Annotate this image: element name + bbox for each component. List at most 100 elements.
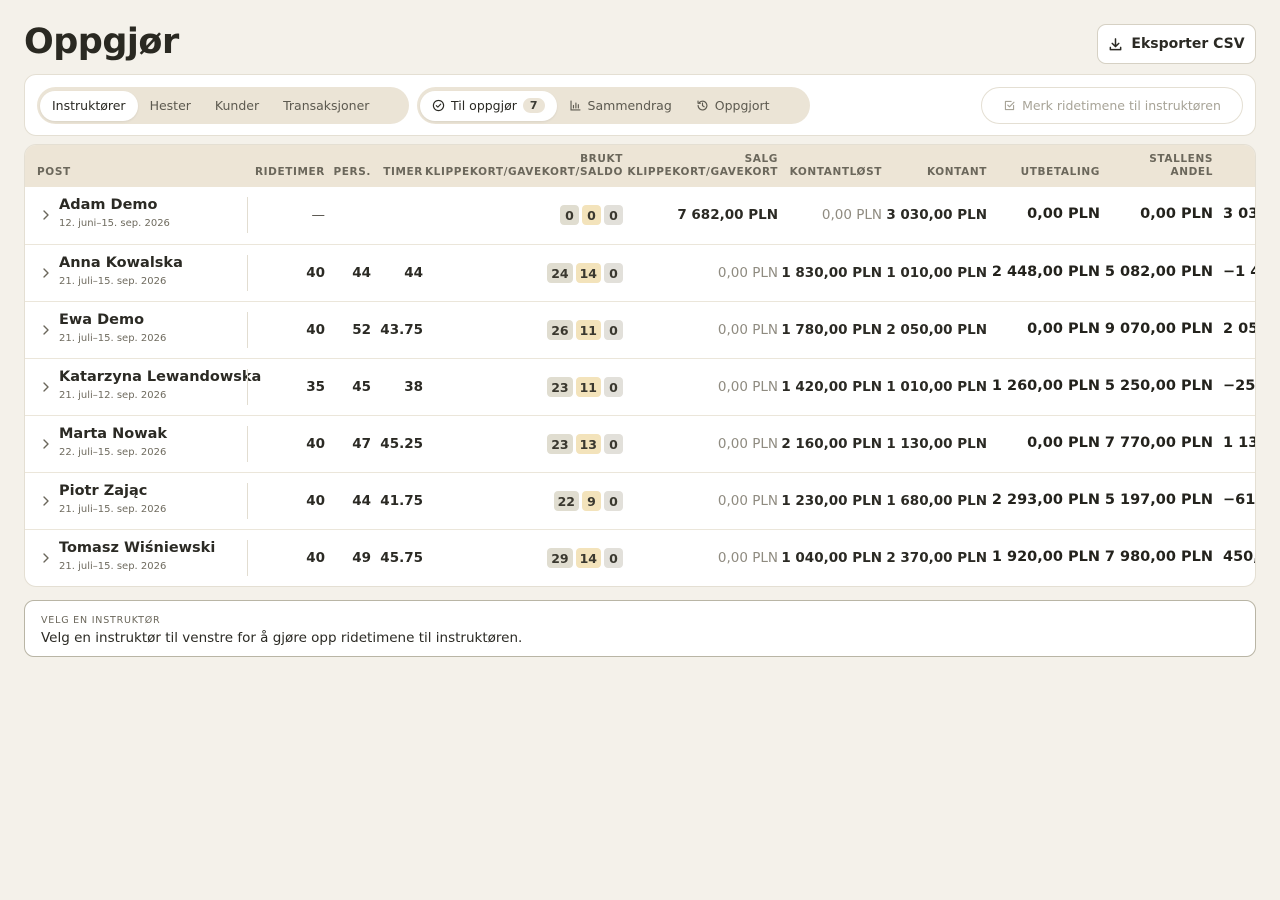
column-divider: [247, 483, 248, 519]
instructor-name: Marta Nowak: [59, 426, 168, 442]
chevron-right-icon[interactable]: [41, 552, 51, 564]
cell-kontantlost: 2 160,00 PLN: [781, 436, 882, 452]
download-icon: [1110, 37, 1122, 50]
klippekort-badge: 22: [553, 491, 579, 511]
mark-lessons-label: Merk ridetimene til instruktøren: [1022, 98, 1221, 113]
export-csv-button[interactable]: Eksporter CSV: [1097, 24, 1256, 64]
secondary-tabs: Til oppgjør 7 Sammendrag Oppgjort: [417, 87, 810, 124]
toolbar: Instruktører Hester Kunder Transaksjoner…: [24, 74, 1256, 136]
usage-badges: 24 14 0: [547, 263, 623, 283]
table-row[interactable]: Piotr Zając 21. juli–15. sep. 2026 40 44 41.…: [25, 472, 1255, 529]
table-row[interactable]: Marta Nowak 22. juli–15. sep. 2026 40 47 45.…: [25, 415, 1255, 472]
cell-kontantlost: 1 230,00 PLN: [781, 493, 882, 509]
mark-lessons-button[interactable]: Merk ridetimene til instruktøren: [981, 87, 1243, 124]
table-row[interactable]: Tomasz Wiśniewski 21. juli–15. sep. 2026 4…: [25, 529, 1255, 586]
col-pers: PERS.: [333, 166, 371, 178]
cell-rest: 1 130,00: [1223, 435, 1255, 451]
tab-label: Instruktører: [52, 98, 126, 113]
gavekort-badge: 13: [575, 434, 601, 454]
instructor-period: 21. juli–15. sep. 2026: [59, 504, 167, 515]
chevron-right-icon[interactable]: [41, 324, 51, 336]
tab-label: Hester: [149, 98, 191, 113]
column-divider: [247, 255, 248, 291]
col-brukt-line2: KLIPPEKORT/GAVEKORT/SALDO: [424, 166, 623, 178]
tab-transaksjoner[interactable]: Transaksjoner: [271, 91, 381, 121]
cell-ridetimer: 40: [306, 322, 325, 338]
cell-pers: 44: [352, 265, 371, 281]
col-kontant: KONTANT: [926, 166, 987, 178]
cell-utbetaling: 0,00 PLN: [1027, 435, 1100, 451]
instructor-period: 12. juni–15. sep. 2026: [59, 218, 170, 229]
cell-kontant: 2 370,00 PLN: [886, 550, 987, 566]
cell-ridetimer: 40: [306, 550, 325, 566]
cell-stallens-andel: 7 980,00 PLN: [1104, 549, 1213, 565]
col-stallens-line2: ANDEL: [1170, 166, 1213, 178]
cell-rest: 450,00: [1223, 549, 1255, 565]
cell-stallens-andel: 5 250,00 PLN: [1104, 378, 1213, 394]
gavekort-badge: 14: [575, 263, 601, 283]
cell-rest: 2 050,00: [1223, 321, 1255, 337]
col-salg-line2: KLIPPEKORT/GAVEKORT: [627, 166, 778, 178]
klippekort-badge: 0: [560, 205, 579, 225]
cell-kontantlost: 1 040,00 PLN: [781, 550, 882, 566]
cell-rest: −1 438,00: [1223, 264, 1255, 280]
table-header: POST RIDETIMER PERS. TIMER BRUKT KLIPPEK…: [25, 145, 1255, 187]
cell-timer: 43.75: [380, 322, 423, 338]
col-kontantlost: KONTANTLØST: [789, 166, 882, 178]
tab-label: Til oppgjør: [451, 98, 517, 113]
cell-timer: 45.25: [380, 436, 423, 452]
column-divider: [247, 426, 248, 462]
table-row[interactable]: Ewa Demo 21. juli–15. sep. 2026 40 52 43.75 2…: [25, 301, 1255, 358]
saldo-badge: 0: [604, 320, 623, 340]
tab-sammendrag[interactable]: Sammendrag: [557, 91, 684, 121]
tab-kunder[interactable]: Kunder: [203, 91, 271, 121]
cell-kontant: 1 680,00 PLN: [886, 493, 987, 509]
table-row[interactable]: Adam Demo 12. juni–15. sep. 2026—0 0 0 7 682…: [25, 187, 1255, 244]
col-stallens-andel: STALLENS ANDEL: [1149, 153, 1213, 179]
tab-hester[interactable]: Hester: [138, 91, 203, 121]
tab-oppgjort[interactable]: Oppgjort: [684, 91, 782, 121]
cell-kontantlost: 1 780,00 PLN: [781, 322, 882, 338]
col-stallens-line1: STALLENS: [1149, 153, 1213, 165]
info-label: VELG EN INSTRUKTØR: [41, 615, 161, 626]
tab-til-oppgjor[interactable]: Til oppgjør 7: [420, 90, 557, 121]
saldo-badge: 0: [604, 548, 623, 568]
table-row[interactable]: Anna Kowalska 21. juli–15. sep. 2026 40 44 4…: [25, 244, 1255, 301]
checkbox-icon: [1004, 100, 1015, 111]
history-icon: [697, 100, 708, 111]
chevron-right-icon[interactable]: [41, 381, 51, 393]
cell-utbetaling: 0,00 PLN: [1027, 206, 1100, 222]
cell-kontantlost: 0,00 PLN: [821, 207, 882, 223]
cell-kontantlost: 1 830,00 PLN: [781, 265, 882, 281]
cell-salg: 0,00 PLN: [717, 379, 778, 395]
chevron-right-icon[interactable]: [41, 438, 51, 450]
table-row[interactable]: Katarzyna Lewandowska 21. juli–12. sep. 2…: [25, 358, 1255, 415]
cell-utbetaling: 1 920,00 PLN: [991, 549, 1100, 565]
cell-rest: 3 030,00: [1223, 206, 1255, 222]
cell-utbetaling: 0,00 PLN: [1027, 321, 1100, 337]
cell-utbetaling: 2 293,00 PLN: [991, 492, 1100, 508]
col-post: POST: [37, 166, 71, 178]
cell-kontant: 1 010,00 PLN: [886, 265, 987, 281]
export-csv-label: Eksporter CSV: [1131, 36, 1245, 52]
gavekort-badge: 11: [575, 377, 601, 397]
column-divider: [247, 369, 248, 405]
chevron-right-icon[interactable]: [41, 267, 51, 279]
primary-tabs: Instruktører Hester Kunder Transaksjoner: [37, 87, 409, 124]
klippekort-badge: 23: [547, 377, 573, 397]
cell-pers: 45: [352, 379, 371, 395]
usage-badges: 23 13 0: [547, 434, 623, 454]
klippekort-badge: 26: [547, 320, 573, 340]
instructor-period: 21. juli–15. sep. 2026: [59, 561, 167, 572]
instructor-name: Katarzyna Lewandowska: [59, 369, 262, 385]
cell-pers: 47: [352, 436, 371, 452]
cell-utbetaling: 1 260,00 PLN: [991, 378, 1100, 394]
chevron-right-icon[interactable]: [41, 209, 51, 221]
tab-instruktorer[interactable]: Instruktører: [40, 90, 138, 121]
instructor-period: 21. juli–15. sep. 2026: [59, 276, 167, 287]
gavekort-badge: 11: [575, 320, 601, 340]
chevron-right-icon[interactable]: [41, 495, 51, 507]
cell-utbetaling: 2 448,00 PLN: [991, 264, 1100, 280]
instructor-name: Ewa Demo: [59, 312, 145, 328]
saldo-badge: 0: [604, 205, 623, 225]
